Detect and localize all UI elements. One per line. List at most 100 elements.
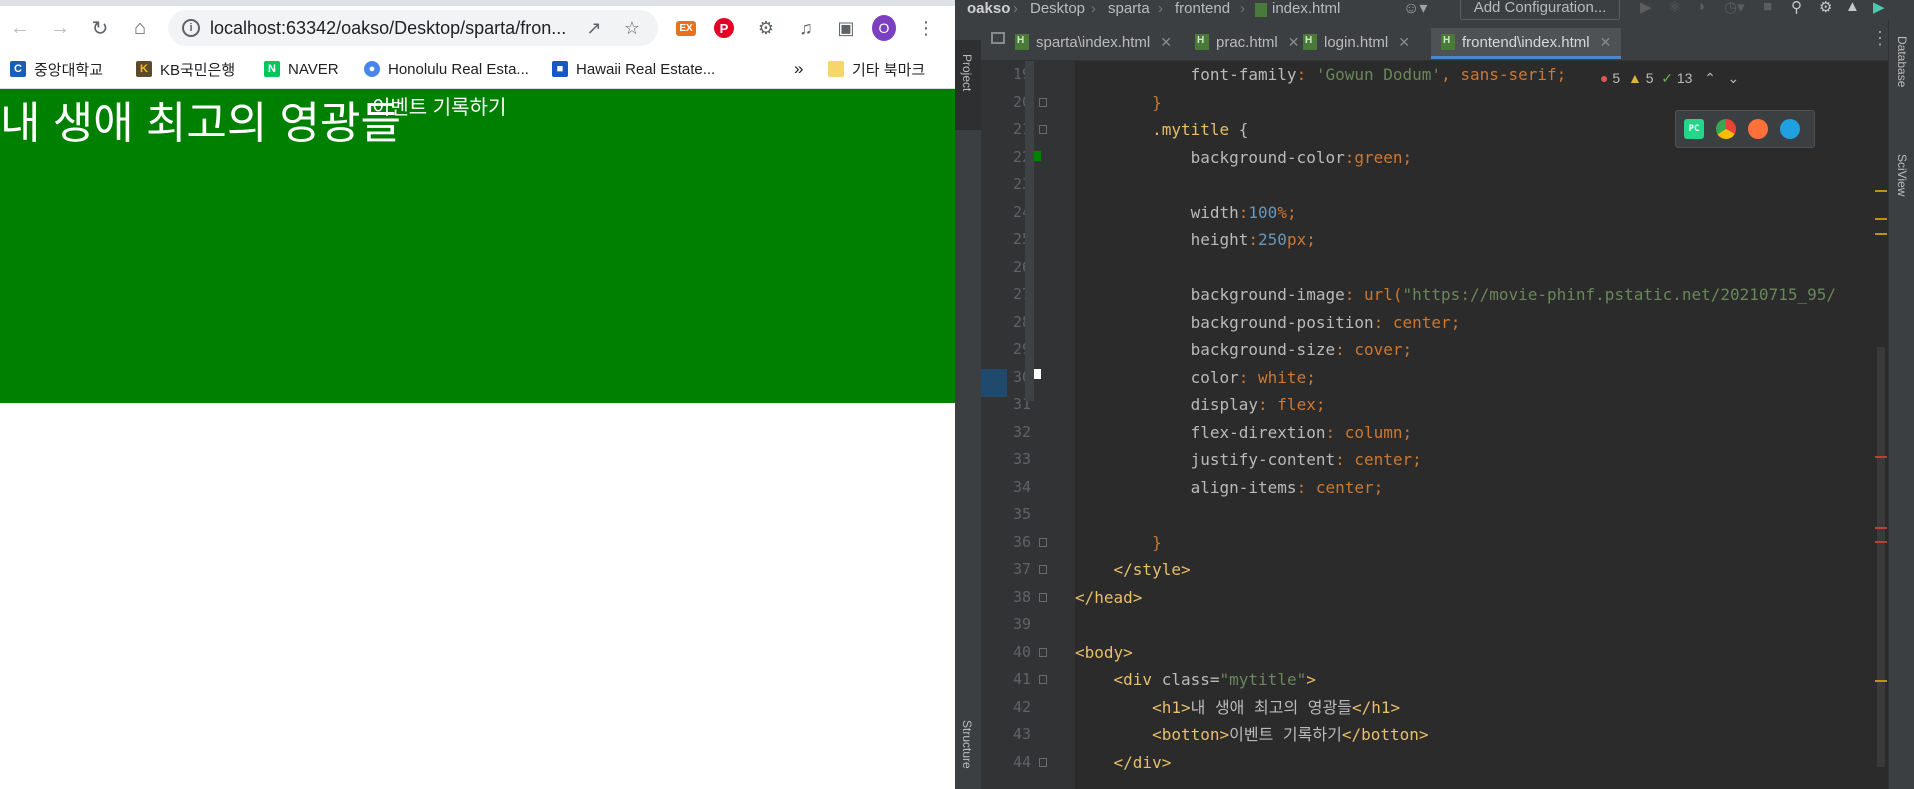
editor-scrollbar[interactable] (1875, 61, 1887, 779)
tab-list-menu-icon[interactable]: ⋮ (1871, 28, 1889, 49)
tab-prac[interactable]: prac.html ✕ (1195, 28, 1299, 56)
back-button[interactable]: ← (4, 12, 36, 44)
code-line[interactable]: flex-dirextion: column; (1075, 419, 1862, 447)
more-bookmarks-button[interactable]: » (794, 56, 803, 82)
inspection-widget[interactable]: ● 5 ▲ 5 ✓ 13 ⌃ ⌄ (1600, 70, 1739, 87)
fold-icon[interactable] (1039, 97, 1047, 107)
tab-login[interactable]: login.html ✕ (1303, 28, 1410, 56)
code-line[interactable]: color: white; (1075, 364, 1862, 392)
media-control-icon[interactable]: ♫ (794, 16, 818, 40)
code-line[interactable]: justify-content: center; (1075, 446, 1862, 474)
edge-icon[interactable] (1780, 119, 1800, 139)
tab-sparta-index[interactable]: sparta\index.html ✕ (1015, 28, 1172, 56)
database-tool-button[interactable]: Database (1889, 36, 1914, 136)
fold-icon[interactable] (1039, 125, 1047, 134)
editor-vertical-scroll[interactable] (1025, 61, 1034, 401)
stop-icon[interactable]: ■ (1763, 0, 1772, 15)
breadcrumb-item[interactable]: frontend (1175, 0, 1230, 17)
tab-frontend-index[interactable]: frontend\index.html ✕ (1431, 28, 1622, 59)
warning-marker[interactable] (1875, 680, 1887, 682)
code-line[interactable]: </style> (1075, 556, 1862, 584)
bookmark-item[interactable]: C 중앙대학교 (10, 56, 103, 82)
fold-icon[interactable] (1039, 675, 1047, 684)
fold-icon[interactable] (1039, 592, 1047, 602)
sciview-tool-button[interactable]: SciView (1889, 154, 1914, 234)
code-line[interactable] (1075, 611, 1862, 639)
code-line[interactable]: width:100%; (1075, 199, 1862, 227)
breadcrumb-item[interactable]: Desktop (1030, 0, 1085, 17)
fold-icon[interactable] (1039, 757, 1047, 767)
profile-avatar[interactable]: O (872, 15, 896, 41)
close-icon[interactable]: ✕ (1600, 34, 1612, 51)
code-line[interactable] (1075, 501, 1862, 529)
star-icon[interactable]: ☆ (620, 16, 644, 40)
error-marker[interactable] (1875, 541, 1887, 543)
scrollbar-thumb[interactable] (1877, 347, 1885, 767)
profile-run-icon[interactable]: ◷▾ (1724, 0, 1745, 16)
code-line[interactable]: <div class="mytitle"> (1075, 666, 1862, 694)
pinterest-icon[interactable]: P (712, 16, 736, 40)
code-line[interactable]: height:250px; (1075, 226, 1862, 254)
code-line[interactable] (1075, 171, 1862, 199)
warning-marker[interactable] (1875, 190, 1887, 192)
chevron-down-icon[interactable]: ⌄ (1728, 70, 1740, 86)
home-button[interactable]: ⌂ (124, 12, 156, 44)
close-icon[interactable]: ✕ (1160, 34, 1172, 51)
search-icon[interactable]: ⚲ (1791, 0, 1802, 16)
bookmark-item[interactable]: N NAVER (264, 56, 339, 82)
code-line[interactable]: <body> (1075, 639, 1862, 667)
project-tool-button[interactable]: Project (955, 40, 981, 130)
code-line[interactable]: align-items: center; (1075, 474, 1862, 502)
warning-marker[interactable] (1875, 218, 1887, 220)
warning-marker[interactable] (1875, 233, 1887, 235)
breadcrumb-item[interactable]: oakso (967, 0, 1010, 17)
settings-gear-icon[interactable]: ⚙ (1819, 0, 1832, 16)
bookmark-item[interactable]: K KB국민은행 (136, 56, 235, 82)
pycharm-icon[interactable]: PC (1684, 119, 1704, 139)
code-line[interactable]: background-position: center; (1075, 309, 1862, 337)
share-icon[interactable]: ↗ (582, 16, 606, 40)
bookmark-item[interactable]: ■ Hawaii Real Estate... (552, 56, 715, 82)
code-line[interactable]: <h1>내 생애 최고의 영광들</h1> (1075, 694, 1862, 722)
fold-icon[interactable] (1039, 537, 1047, 547)
fold-icon[interactable] (1039, 565, 1047, 574)
extensions-puzzle-icon[interactable]: ⚙ (754, 16, 778, 40)
coverage-icon[interactable]: ◑ (1696, 0, 1705, 15)
file-structure-icon[interactable] (991, 32, 1005, 44)
error-marker[interactable] (1875, 527, 1887, 529)
user-icon[interactable]: ☺▾ (1403, 0, 1427, 18)
code-line[interactable]: display: flex; (1075, 391, 1862, 419)
code-line[interactable]: <botton>이벤트 기록하기</botton> (1075, 721, 1862, 749)
fold-icon[interactable] (1039, 647, 1047, 657)
code-editor[interactable]: font-family: 'Gowun Dodum', sans-serif; … (1075, 61, 1862, 789)
error-marker[interactable] (1875, 456, 1887, 458)
chrome-icon[interactable] (1716, 119, 1736, 139)
side-panel-icon[interactable]: ▣ (834, 16, 858, 40)
bookmark-item[interactable]: ● Honolulu Real Esta... (364, 56, 529, 82)
code-line[interactable]: font-family: 'Gowun Dodum', sans-serif; (1075, 61, 1862, 89)
code-line[interactable]: background-image: url("https://movie-phi… (1075, 281, 1862, 309)
code-line[interactable]: } (1075, 529, 1862, 557)
close-icon[interactable]: ✕ (1398, 34, 1410, 51)
info-icon[interactable]: i (182, 19, 200, 37)
debug-icon[interactable]: ⚛ (1668, 0, 1681, 16)
plugin-icon[interactable]: ▶ (1873, 0, 1885, 16)
other-bookmarks-folder[interactable]: 기타 북마크 (828, 56, 925, 82)
code-line[interactable] (1075, 254, 1862, 282)
breadcrumb-item[interactable]: sparta (1108, 0, 1150, 17)
add-configuration-button[interactable]: Add Configuration... (1460, 0, 1620, 20)
url-text[interactable]: localhost:63342/oakso/Desktop/sparta/fro… (210, 18, 566, 39)
reload-button[interactable]: ↻ (84, 12, 116, 44)
address-bar[interactable]: i localhost:63342/oakso/Desktop/sparta/f… (168, 10, 658, 46)
firefox-icon[interactable] (1748, 119, 1768, 139)
chevron-up-icon[interactable]: ⌃ (1704, 70, 1716, 86)
code-line[interactable]: </div> (1075, 749, 1862, 777)
more-menu-icon[interactable]: ⋮ (914, 16, 938, 40)
breadcrumb-item[interactable]: index.html (1272, 0, 1340, 17)
extension-ex-icon[interactable]: EX (674, 16, 698, 40)
update-icon[interactable]: ▲ (1845, 0, 1860, 15)
close-icon[interactable]: ✕ (1288, 34, 1300, 51)
code-line[interactable]: </head> (1075, 584, 1862, 612)
run-icon[interactable]: ▶ (1640, 0, 1652, 16)
forward-button[interactable]: → (44, 12, 76, 44)
